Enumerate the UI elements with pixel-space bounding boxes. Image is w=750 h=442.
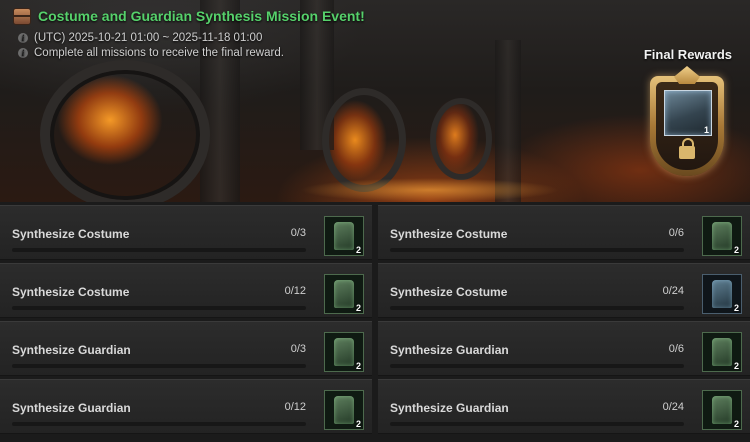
reward-item-icon — [712, 222, 732, 250]
mission-progress-bar — [390, 248, 684, 252]
reward-count: 2 — [733, 419, 739, 429]
mission-reward-item[interactable]: 2 — [324, 216, 364, 256]
mission-reward-item[interactable]: 2 — [324, 390, 364, 430]
mission-progress: 0/6 — [668, 227, 684, 239]
event-period: (UTC) 2025-10-21 01:00 ~ 2025-11-18 01:0… — [34, 32, 263, 44]
reward-count: 2 — [355, 419, 361, 429]
reward-count: 2 — [355, 245, 361, 255]
mission-progress-bar — [12, 248, 306, 252]
event-period-row: i (UTC) 2025-10-21 01:00 ~ 2025-11-18 01… — [18, 32, 262, 44]
mission-progress-bar — [390, 364, 684, 368]
mission-name: Synthesize Costume — [12, 227, 130, 241]
mission-card[interactable]: Synthesize Guardian 0/24 2 — [378, 379, 750, 434]
mission-reward-item[interactable]: 2 — [702, 274, 742, 314]
mission-card[interactable]: Synthesize Costume 0/3 2 — [0, 205, 372, 260]
mission-name: Synthesize Costume — [390, 227, 508, 241]
reward-count: 2 — [733, 361, 739, 371]
lava-glow — [300, 178, 560, 202]
event-title-row: Costume and Guardian Synthesis Mission E… — [14, 8, 365, 24]
reward-item-icon — [334, 222, 354, 250]
banner-pillar — [200, 0, 240, 202]
furnace-art — [322, 88, 406, 192]
mission-progress: 0/3 — [290, 227, 306, 239]
mission-progress: 0/12 — [284, 285, 306, 297]
reward-item-icon — [712, 280, 732, 308]
final-reward-crest[interactable]: 1 — [644, 66, 730, 182]
mission-progress-bar — [390, 306, 684, 310]
reward-item-icon — [334, 396, 354, 424]
mission-card[interactable]: Synthesize Guardian 0/12 2 — [0, 379, 372, 434]
mission-name: Synthesize Guardian — [390, 343, 509, 357]
mission-progress: 0/24 — [662, 285, 684, 297]
mission-reward-item[interactable]: 2 — [324, 332, 364, 372]
event-description-row: i Complete all missions to receive the f… — [18, 47, 284, 59]
reward-count: 2 — [733, 303, 739, 313]
reward-count: 2 — [355, 303, 361, 313]
event-title: Costume and Guardian Synthesis Mission E… — [38, 8, 365, 24]
mission-progress-bar — [12, 422, 306, 426]
final-reward-count: 1 — [703, 125, 709, 135]
mission-list: Synthesize Costume 0/3 2 Synthesize Costume… — [0, 205, 750, 442]
info-icon: i — [18, 33, 28, 43]
event-description: Complete all missions to receive the fin… — [34, 47, 284, 59]
mission-card[interactable]: Synthesize Guardian 0/3 2 — [0, 321, 372, 376]
reward-count: 2 — [733, 245, 739, 255]
mission-reward-item[interactable]: 2 — [702, 216, 742, 256]
mission-reward-item[interactable]: 2 — [702, 390, 742, 430]
mission-progress: 0/6 — [668, 343, 684, 355]
mission-progress: 0/12 — [284, 401, 306, 413]
mission-name: Synthesize Guardian — [390, 401, 509, 415]
reward-item-icon — [334, 338, 354, 366]
chest-icon — [14, 8, 30, 24]
mission-card[interactable]: Synthesize Costume 0/6 2 — [378, 205, 750, 260]
info-icon: i — [18, 48, 28, 58]
furnace-art — [430, 98, 492, 180]
mission-card[interactable]: Synthesize Costume 0/24 2 — [378, 263, 750, 318]
crest-ornament — [674, 66, 700, 84]
reward-item-icon — [712, 338, 732, 366]
reward-item-icon — [712, 396, 732, 424]
mission-name: Synthesize Costume — [12, 285, 130, 299]
mission-progress: 0/24 — [662, 401, 684, 413]
mission-name: Synthesize Guardian — [12, 343, 131, 357]
mission-progress: 0/3 — [290, 343, 306, 355]
furnace-art — [40, 60, 210, 202]
event-banner: Costume and Guardian Synthesis Mission E… — [0, 0, 750, 202]
mission-progress-bar — [390, 422, 684, 426]
mission-reward-item[interactable]: 2 — [324, 274, 364, 314]
mission-progress-bar — [12, 364, 306, 368]
final-reward-item[interactable]: 1 — [664, 90, 712, 136]
mission-reward-item[interactable]: 2 — [702, 332, 742, 372]
mission-card[interactable]: Synthesize Guardian 0/6 2 — [378, 321, 750, 376]
mission-name: Synthesize Guardian — [12, 401, 131, 415]
reward-item-icon — [334, 280, 354, 308]
final-rewards-label: Final Rewards — [643, 47, 732, 62]
mission-card[interactable]: Synthesize Costume 0/12 2 — [0, 263, 372, 318]
mission-name: Synthesize Costume — [390, 285, 508, 299]
lock-icon — [679, 138, 695, 159]
mission-progress-bar — [12, 306, 306, 310]
reward-count: 2 — [355, 361, 361, 371]
